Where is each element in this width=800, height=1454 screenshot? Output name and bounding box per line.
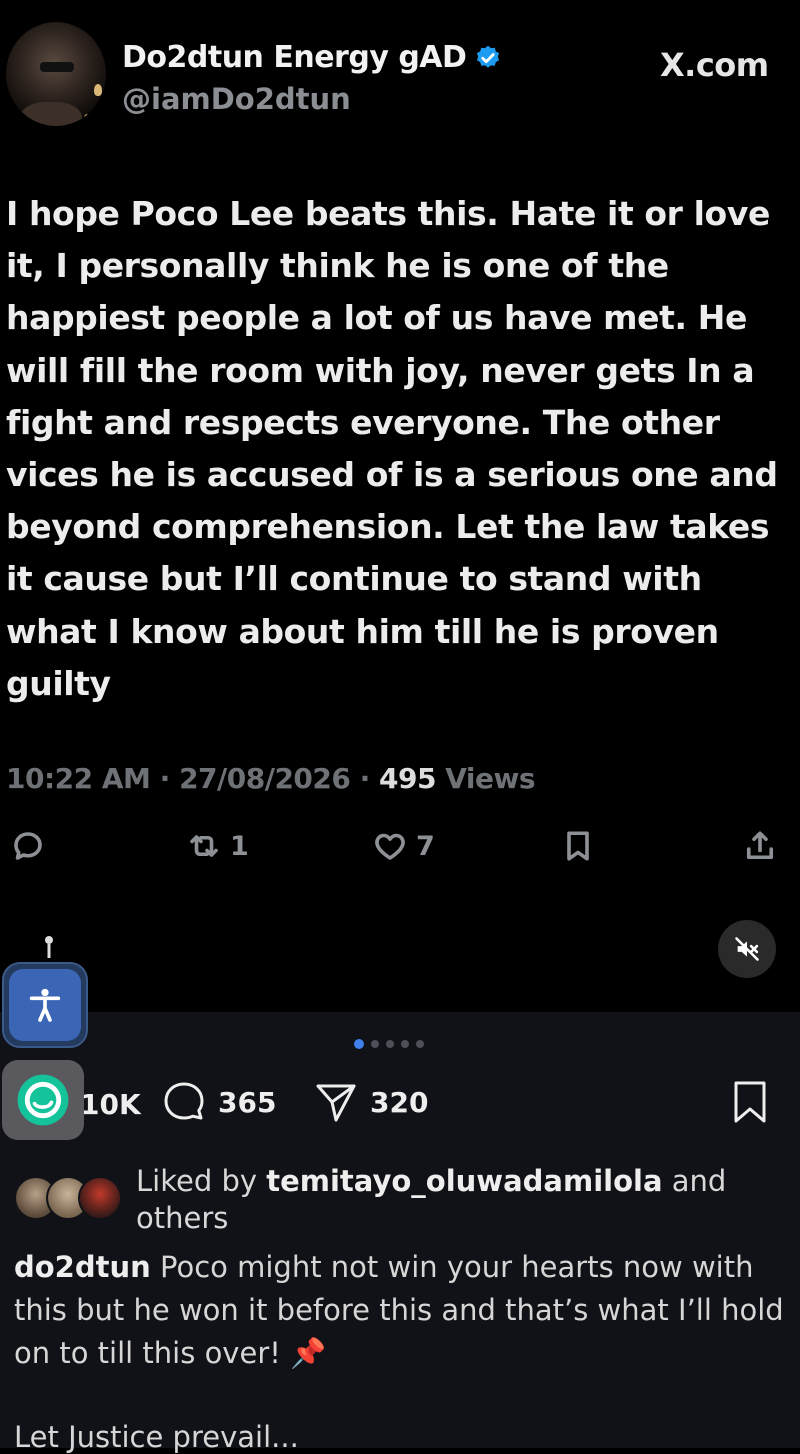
caption-line-2: Let Justice prevail... — [14, 1420, 299, 1454]
ig-like-button[interactable]: 10K — [80, 1088, 141, 1121]
post-caption: do2dtun Poco might not win your hearts n… — [14, 1246, 784, 1375]
instagram-actions: 10K 365 320 — [0, 1078, 800, 1142]
carousel-dots — [354, 1039, 424, 1049]
carousel-dot[interactable] — [401, 1040, 409, 1048]
retweet-icon — [190, 835, 218, 857]
reply-icon — [14, 832, 42, 860]
carousel-dot[interactable] — [371, 1040, 379, 1048]
avatar[interactable] — [6, 22, 106, 126]
display-name-text: Do2dtun Energy gAD — [122, 40, 467, 75]
tweet-text: I hope Poco Lee beats this. Hate it or l… — [6, 194, 778, 703]
liked-by-avatars[interactable] — [14, 1174, 132, 1220]
grammar-app-button[interactable] — [2, 1060, 84, 1140]
drag-handle-icon[interactable] — [42, 935, 56, 961]
handle[interactable]: @iamDo2dtun — [122, 82, 351, 116]
views-label: Views — [445, 762, 536, 795]
share-button[interactable] — [742, 828, 778, 864]
grammar-app-icon — [17, 1074, 69, 1126]
tweet-meta: 10:22 AM · 27/08/2026 · 495 Views — [6, 762, 536, 795]
like-icon — [375, 833, 405, 860]
source-label: X.com — [660, 46, 769, 84]
retweet-button[interactable]: 1 — [186, 828, 249, 864]
bookmark-icon — [567, 831, 589, 861]
ig-comment-button[interactable]: 365 — [160, 1078, 276, 1126]
like-button[interactable]: 7 — [372, 828, 435, 864]
accessibility-button[interactable] — [2, 962, 88, 1048]
ig-comment-count: 365 — [218, 1085, 277, 1119]
like-count: 7 — [416, 830, 435, 862]
verified-icon — [477, 45, 500, 68]
ig-share-button[interactable]: 320 — [312, 1078, 428, 1126]
ig-save-button[interactable] — [726, 1078, 774, 1126]
display-name[interactable]: Do2dtun Energy gAD — [122, 40, 502, 75]
mute-icon — [735, 937, 759, 961]
carousel-dot-active[interactable] — [354, 1039, 364, 1049]
comment-icon — [164, 1082, 204, 1120]
accessibility-icon — [29, 988, 61, 1022]
liked-by-text[interactable]: Liked by temitayo_oluwadamilola and othe… — [136, 1163, 776, 1237]
bookmark-icon — [734, 1081, 766, 1123]
retweet-count: 1 — [230, 830, 249, 862]
carousel-dot[interactable] — [386, 1040, 394, 1048]
bookmark-button[interactable] — [560, 828, 596, 864]
ig-share-count: 320 — [370, 1085, 429, 1119]
liked-by-prefix: Liked by — [136, 1164, 258, 1198]
tweet-actions: 1 7 — [0, 828, 800, 876]
share-icon — [746, 831, 774, 860]
reply-button[interactable] — [10, 828, 46, 864]
mute-button[interactable] — [718, 920, 776, 978]
liked-by-user[interactable]: temitayo_oluwadamilola — [266, 1164, 662, 1198]
tweet-time: 10:22 AM — [6, 762, 151, 795]
views-count: 495 — [379, 762, 436, 795]
tweet-date: 27/08/2026 — [179, 762, 351, 795]
avatar — [78, 1176, 122, 1220]
send-icon — [316, 1084, 356, 1122]
ig-like-count: 10K — [80, 1088, 141, 1121]
carousel-dot[interactable] — [416, 1040, 424, 1048]
caption-username[interactable]: do2dtun — [14, 1250, 151, 1284]
